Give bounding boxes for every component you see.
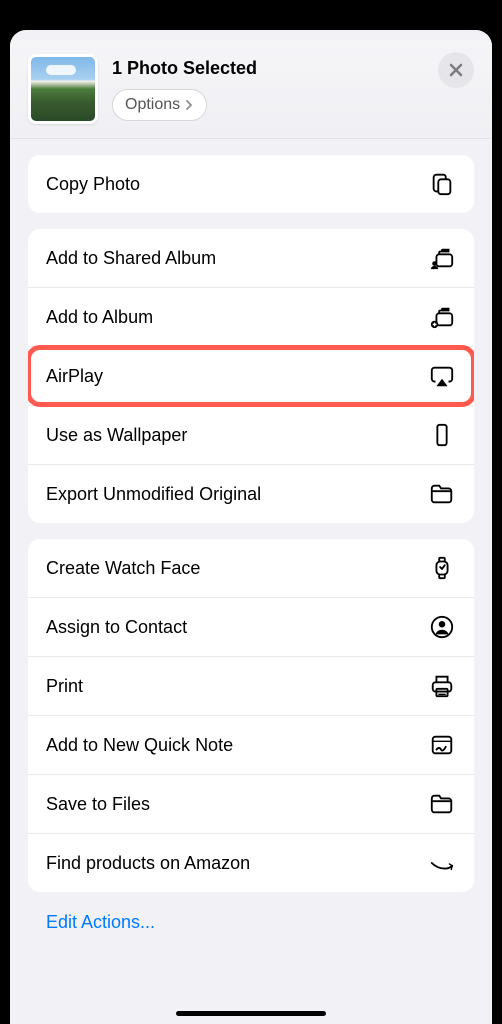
row-label: Print (46, 676, 83, 697)
row-label: Export Unmodified Original (46, 484, 261, 505)
wallpaper-icon (428, 421, 456, 449)
quick-note-row[interactable]: Add to New Quick Note (28, 715, 474, 774)
folder-icon (428, 790, 456, 818)
row-label: Save to Files (46, 794, 150, 815)
photo-thumbnail (28, 54, 98, 124)
share-sheet-header: 1 Photo Selected Options (10, 40, 492, 139)
row-label: Add to Album (46, 307, 153, 328)
row-label: Add to Shared Album (46, 248, 216, 269)
print-row[interactable]: Print (28, 656, 474, 715)
selection-title: 1 Photo Selected (112, 58, 424, 79)
contact-icon (428, 613, 456, 641)
options-label: Options (125, 96, 180, 114)
chevron-right-icon (184, 100, 194, 110)
close-button[interactable] (438, 52, 474, 88)
watch-face-row[interactable]: Create Watch Face (28, 539, 474, 597)
airplay-icon (428, 362, 456, 390)
save-files-row[interactable]: Save to Files (28, 774, 474, 833)
add-album-icon (428, 303, 456, 331)
options-button[interactable]: Options (112, 89, 207, 121)
row-label: Find products on Amazon (46, 853, 250, 874)
copy-photo-row[interactable]: Copy Photo (28, 155, 474, 213)
home-indicator[interactable] (176, 1011, 326, 1016)
airplay-row[interactable]: AirPlay (28, 346, 474, 405)
action-group: Create Watch Face Assign to Contact Prin… (28, 539, 474, 892)
amazon-icon (428, 849, 456, 877)
close-icon (448, 62, 464, 78)
row-label: Assign to Contact (46, 617, 187, 638)
print-icon (428, 672, 456, 700)
row-label: Copy Photo (46, 174, 140, 195)
action-group: Copy Photo (28, 155, 474, 213)
action-group: Add to Shared Album Add to Album AirPlay (28, 229, 474, 523)
amazon-row[interactable]: Find products on Amazon (28, 833, 474, 892)
export-original-row[interactable]: Export Unmodified Original (28, 464, 474, 523)
row-label: Add to New Quick Note (46, 735, 233, 756)
assign-contact-row[interactable]: Assign to Contact (28, 597, 474, 656)
edit-actions-link[interactable]: Edit Actions... (28, 908, 474, 941)
add-album-row[interactable]: Add to Album (28, 287, 474, 346)
folder-icon (428, 480, 456, 508)
quick-note-icon (428, 731, 456, 759)
add-shared-album-row[interactable]: Add to Shared Album (28, 229, 474, 287)
actions-list: Copy Photo Add to Shared Album Add to Al… (10, 139, 492, 1024)
row-label: Create Watch Face (46, 558, 200, 579)
copy-icon (428, 170, 456, 198)
row-label: Use as Wallpaper (46, 425, 187, 446)
row-label: AirPlay (46, 366, 103, 387)
watch-icon (428, 554, 456, 582)
shared-album-icon (428, 244, 456, 272)
wallpaper-row[interactable]: Use as Wallpaper (28, 405, 474, 464)
